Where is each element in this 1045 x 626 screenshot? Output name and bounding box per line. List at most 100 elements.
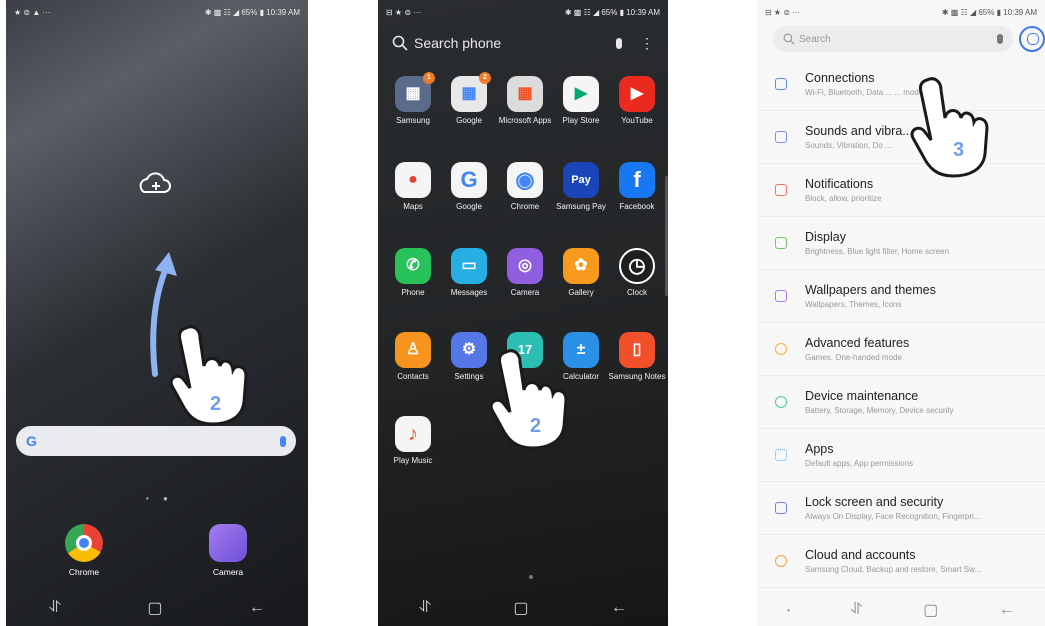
app-play-store[interactable]: ▶ Play Store [552,76,610,126]
settings-list: Connections Wi-Fi, Bluetooth, Data ... ..… [757,58,1045,588]
dock-app-camera[interactable]: Camera [200,524,256,577]
settings-gear-icon: ⚙ [451,332,487,368]
navigation-bar: ⥯ ▢ ← [378,596,668,620]
app-gallery[interactable]: ✿ Gallery [552,248,610,298]
settings-item-title: Lock screen and security [805,495,944,509]
google-logo-icon: G [26,433,37,449]
google-folder-icon: ▦ 2 [451,72,491,112]
app-glyph: ✿ [574,257,588,274]
app-glyph: ◎ [518,257,532,274]
app-glyph: ▭ [461,257,477,274]
back-button[interactable]: ← [249,599,265,617]
app-chrome[interactable]: ◉ Chrome [496,162,554,212]
recent-apps-button[interactable]: ⥯ [49,599,61,617]
fast-scroll-handle[interactable] [665,176,668,296]
settings-item-wallpapers[interactable]: Wallpapers and themes Wallpapers, Themes,… [757,270,1045,323]
settings-item-display[interactable]: Display Brightness, Blue light filter, Ho… [757,217,1045,270]
recent-apps-button[interactable]: ⥯ [419,599,431,617]
clock-icon: ◷ [619,248,655,284]
notification-badge: 1 [423,72,435,84]
app-label: Gallery [568,288,594,297]
app-glyph: G [460,167,478,192]
samsung-pay-icon: Pay [563,162,599,198]
app-phone[interactable]: ✆ Phone [384,248,442,298]
app-label: Google [456,202,482,211]
recent-apps-button[interactable]: ⥯ [851,601,863,619]
app-google-folder[interactable]: ▦ 2 Google [440,72,498,126]
settings-item-subtitle: Samsung Cloud, Backup and restore, Smart… [805,565,982,574]
settings-item-subtitle: Default apps, App permissions [805,459,914,468]
google-search-bar[interactable]: G [16,426,296,456]
mic-icon[interactable] [997,34,1003,44]
more-options-icon[interactable]: ⋮ [640,35,654,52]
dock-app-label: Camera [212,567,244,577]
dock-app-chrome[interactable]: Chrome [56,524,112,577]
settings-phone: ⊟ ★ ⊜ ··· ✱ ▩ ☷ ◢ 65% ▮ 10:39 AM Search … [757,0,1045,626]
search-icon [392,35,408,51]
advanced-features-icon [775,343,787,355]
settings-item-subtitle: Games, One-handed mode [805,353,902,362]
display-icon [775,237,787,249]
app-glyph: ± [576,341,586,358]
app-glyph: ▶ [574,85,588,102]
mic-icon[interactable] [616,37,622,49]
nav-dot: • [787,605,791,615]
search-placeholder: Search phone [414,35,502,51]
app-label: Samsung Notes [608,372,666,381]
back-button[interactable]: ← [999,601,1015,619]
app-label: YouTube [621,116,653,125]
app-samsung-notes[interactable]: ▯ Samsung Notes [608,332,666,382]
app-glyph: ◉ [515,167,535,192]
status-bar: ⊟ ★ ⊜ ··· ✱ ▩ ☷ ◢ 65% ▮ 10:39 AM [757,0,1045,24]
page-indicator [529,575,533,579]
app-clock[interactable]: ◷ Clock [608,248,666,298]
home-button[interactable]: ▢ [147,598,162,618]
mic-icon[interactable] [280,435,286,447]
youtube-icon: ▶ [619,76,655,112]
gallery-icon: ✿ [563,248,599,284]
settings-item-lock-screen[interactable]: Lock screen and security Always On Displa… [757,482,1045,535]
back-button[interactable]: ← [611,599,627,617]
app-label: Facebook [619,202,655,211]
app-microsoft-folder[interactable]: ▦ Microsoft Apps [496,76,554,126]
app-google[interactable]: G Google [440,162,498,212]
app-label: Camera [510,288,540,297]
play-store-icon: ▶ [563,76,599,112]
app-label: Contacts [397,372,429,381]
search-placeholder: Search [799,33,831,45]
settings-item-title: Device maintenance [805,389,919,403]
settings-item-cloud-accounts[interactable]: Cloud and accounts Samsung Cloud, Backup … [757,535,1045,588]
settings-item-sounds[interactable]: Sounds and vibra... Sounds, Vibration, Do… [757,111,1045,164]
settings-item-subtitle: Wallpapers, Themes, Icons [805,300,902,309]
settings-search-bar[interactable]: Search [773,26,1013,52]
app-maps[interactable]: ● Maps [384,162,442,212]
cloud-add-icon [139,172,171,193]
search-phone-bar[interactable]: Search phone ⋮ [392,30,654,56]
app-glyph: ✆ [406,257,420,274]
settings-item-apps[interactable]: Apps Default apps, App permissions [757,429,1045,482]
app-label: Samsung [396,116,430,125]
search-icon [783,33,795,45]
app-glyph: ♙ [405,341,421,358]
app-samsung-folder[interactable]: ▦ 1 Samsung [384,72,442,126]
app-glyph: ▦ [405,85,421,102]
home-button[interactable]: ▢ [513,598,528,618]
app-samsung-pay[interactable]: Pay Samsung Pay [552,162,610,212]
settings-item-notifications[interactable]: Notifications Block, allow, prioritize [757,164,1045,217]
settings-item-advanced[interactable]: Advanced features Games, One-handed mode [757,323,1045,376]
camera-icon [209,524,247,562]
profile-icon[interactable] [1019,26,1045,52]
app-glyph: ⚙ [461,341,477,358]
app-youtube[interactable]: ▶ YouTube [608,76,666,126]
app-camera[interactable]: ◎ Camera [496,248,554,298]
settings-item-device-maintenance[interactable]: Device maintenance Battery, Storage, Memo… [757,376,1045,429]
app-facebook[interactable]: f Facebook [608,162,666,212]
google-icon: G [451,162,487,198]
settings-item-connections[interactable]: Connections Wi-Fi, Bluetooth, Data ... ..… [757,58,1045,111]
app-play-music[interactable]: ♪ Play Music [384,416,442,466]
home-button[interactable]: ▢ [923,600,938,620]
app-drawer-phone: ⊟ ★ ⊜ ··· ✱ ▩ ☷ ◢ 65% ▮ 10:39 AM Search … [378,0,668,626]
app-glyph: ◷ [628,255,646,277]
app-contacts[interactable]: ♙ Contacts [384,332,442,382]
app-messages[interactable]: ▭ Messages [440,248,498,298]
